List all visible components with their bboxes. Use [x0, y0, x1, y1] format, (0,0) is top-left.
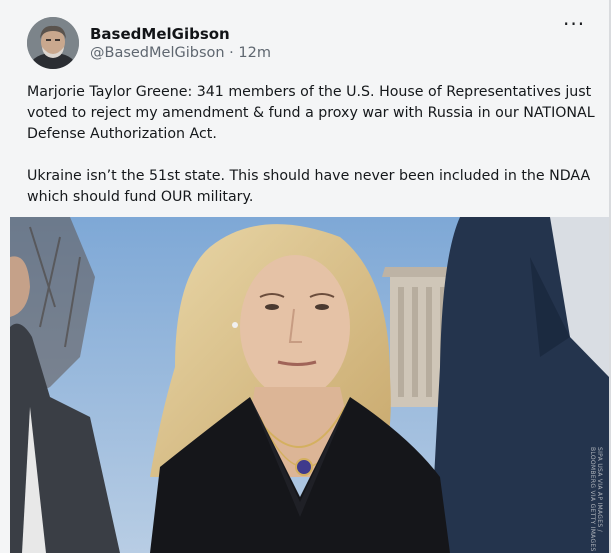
meta-separator: · — [229, 45, 234, 61]
post-timestamp[interactable]: 12m — [238, 45, 271, 61]
photo-icon — [10, 217, 609, 553]
post-text: Marjorie Taylor Greene: 341 members of t… — [27, 82, 597, 208]
author-handle[interactable]: @BasedMelGibson — [90, 45, 225, 61]
author-name[interactable]: BasedMelGibson — [90, 25, 230, 43]
post-header: BasedMelGibson @BasedMelGibson · 12m ··· — [0, 0, 609, 78]
post-image[interactable]: SIPA USA VIA AP IMAGES / BLOOMBERG VIA G… — [10, 217, 609, 553]
post-paragraph: Marjorie Taylor Greene: 341 members of t… — [27, 84, 595, 142]
post-paragraph: Ukraine isn’t the 51st state. This shoul… — [27, 168, 591, 205]
more-options-icon[interactable]: ··· — [563, 14, 587, 34]
post-meta: @BasedMelGibson · 12m — [90, 45, 271, 61]
author-avatar[interactable] — [27, 17, 79, 69]
post-card[interactable]: BasedMelGibson @BasedMelGibson · 12m ···… — [0, 0, 611, 553]
avatar-image — [27, 17, 79, 69]
image-credit: SIPA USA VIA AP IMAGES / BLOOMBERG VIA G… — [589, 447, 603, 552]
